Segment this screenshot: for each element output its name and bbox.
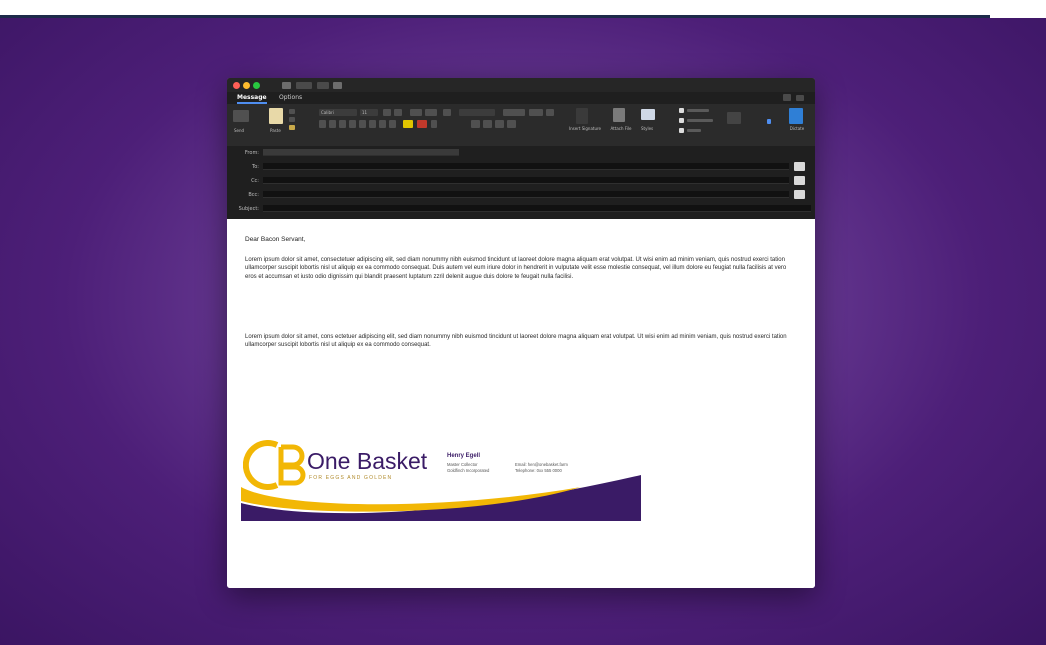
email-paragraph-2: Lorem ipsum dolor sit amet, cons ectetue… xyxy=(245,334,787,349)
ribbon-toolbar: Send Paste Calibri 11 Insert Signature A… xyxy=(227,104,815,146)
shrink-font-icon[interactable] xyxy=(394,109,402,116)
cc-label: Cc: xyxy=(251,178,259,184)
signature-name: Henry Egell xyxy=(447,453,481,459)
font-size-select[interactable]: 11 xyxy=(360,109,378,116)
highlight-icon[interactable] xyxy=(403,120,413,128)
email-greeting: Dear Bacon Servant, xyxy=(245,236,306,243)
zoom-window-button[interactable] xyxy=(253,82,260,89)
save-icon[interactable] xyxy=(282,82,291,89)
dictate-label: Dictate xyxy=(789,126,805,131)
bcc-contacts-button[interactable] xyxy=(794,190,805,199)
address-fields: From: To: Cc: Bcc: Subject: xyxy=(227,146,815,219)
subject-field[interactable] xyxy=(263,205,811,212)
align-left-icon[interactable] xyxy=(471,120,480,128)
clear-format-icon[interactable] xyxy=(443,109,451,116)
collapse-ribbon-icon[interactable] xyxy=(796,95,804,101)
bold-icon[interactable] xyxy=(319,120,326,128)
signature-company: Goldfinch Incorporated xyxy=(447,468,490,473)
to-label: To: xyxy=(252,164,259,170)
send-icon[interactable] xyxy=(233,110,249,122)
accent-marker-icon xyxy=(767,119,771,124)
from-label: From: xyxy=(244,150,259,156)
indent-icon[interactable] xyxy=(503,109,525,116)
tab-message[interactable]: Message xyxy=(237,93,267,104)
align-right-icon[interactable] xyxy=(495,120,504,128)
cc-row: Cc: xyxy=(227,176,815,186)
checkbox-3-icon[interactable] xyxy=(679,128,684,133)
signature-icon[interactable] xyxy=(576,108,588,124)
redo-icon[interactable] xyxy=(317,82,329,89)
sensitivity-icon[interactable] xyxy=(727,112,741,124)
title-bar xyxy=(227,78,815,92)
from-field[interactable] xyxy=(263,149,459,156)
text-effects-icon[interactable] xyxy=(379,120,386,128)
cc-field[interactable] xyxy=(263,177,789,184)
more-icon[interactable] xyxy=(333,82,342,89)
dictate-icon[interactable] xyxy=(789,108,803,124)
copy-icon[interactable] xyxy=(289,117,295,122)
to-field[interactable] xyxy=(263,163,789,170)
font-size-value: 11 xyxy=(362,110,368,115)
bullets-icon[interactable] xyxy=(410,109,422,116)
tab-options[interactable]: Options xyxy=(279,93,302,102)
to-row: To: xyxy=(227,162,815,172)
styles-label: Styles xyxy=(641,126,654,131)
numbering-icon[interactable] xyxy=(425,109,437,116)
to-contacts-button[interactable] xyxy=(794,162,805,171)
justify-icon[interactable] xyxy=(507,120,516,128)
superscript-icon[interactable] xyxy=(369,120,376,128)
bcc-label: Bcc: xyxy=(248,192,259,198)
smiley-icon[interactable] xyxy=(783,94,791,101)
signature-swoosh-banner xyxy=(241,475,641,521)
email-paragraph-1: Lorem ipsum dolor sit amet, consectetuer… xyxy=(245,257,787,280)
undo-icon[interactable] xyxy=(296,82,312,89)
change-case-icon[interactable] xyxy=(389,120,396,128)
subject-row: Subject: xyxy=(227,204,815,214)
window-chrome: Message Options Send Paste Calibri 11 In… xyxy=(227,78,815,219)
font-color-dropdown-icon[interactable] xyxy=(431,120,437,128)
checkbox-1-label xyxy=(687,109,709,112)
italic-icon[interactable] xyxy=(329,120,336,128)
align-center-icon[interactable] xyxy=(483,120,492,128)
cut-icon[interactable] xyxy=(289,109,295,114)
ribbon-tabs: Message Options xyxy=(227,92,815,104)
paste-label: Paste xyxy=(270,128,281,133)
subject-label: Subject: xyxy=(238,206,259,212)
signature-phone: Telephone: 0xx 555 0000 xyxy=(515,468,562,473)
outdent-icon[interactable] xyxy=(529,109,543,116)
font-name-select[interactable]: Calibri xyxy=(319,109,357,116)
email-compose-window: Message Options Send Paste Calibri 11 In… xyxy=(227,78,815,588)
from-row: From: xyxy=(227,148,815,158)
paste-icon[interactable] xyxy=(269,108,283,124)
brand-name: One Basket xyxy=(307,448,428,474)
minimize-window-button[interactable] xyxy=(243,82,250,89)
grow-font-icon[interactable] xyxy=(383,109,391,116)
attach-file-label: Attach File xyxy=(610,126,632,131)
checkbox-2-label xyxy=(687,119,713,122)
bcc-row: Bcc: xyxy=(227,190,815,200)
checkbox-2-icon[interactable] xyxy=(679,118,684,123)
format-painter-icon[interactable] xyxy=(289,125,295,130)
send-label: Send xyxy=(234,128,245,133)
font-name-value: Calibri xyxy=(321,110,334,115)
subscript-icon[interactable] xyxy=(359,120,366,128)
checkbox-1-icon[interactable] xyxy=(679,108,684,113)
message-body[interactable]: Dear Bacon Servant, Lorem ipsum dolor si… xyxy=(227,219,815,588)
page-header-bar xyxy=(0,0,990,18)
signature-label: Insert Signature xyxy=(568,126,602,131)
email-signature: One Basket FOR EGGS AND GOLDEN Henry Ege… xyxy=(241,435,641,521)
sort-icon[interactable] xyxy=(546,109,554,116)
cc-contacts-button[interactable] xyxy=(794,176,805,185)
styles-dropdown[interactable] xyxy=(459,109,495,116)
close-window-button[interactable] xyxy=(233,82,240,89)
underline-icon[interactable] xyxy=(339,120,346,128)
styles-icon[interactable] xyxy=(641,109,655,120)
font-color-icon[interactable] xyxy=(417,120,427,128)
strikethrough-icon[interactable] xyxy=(349,120,356,128)
bcc-field[interactable] xyxy=(263,191,789,198)
attach-file-icon[interactable] xyxy=(613,108,625,122)
checkbox-3-label xyxy=(687,129,701,132)
